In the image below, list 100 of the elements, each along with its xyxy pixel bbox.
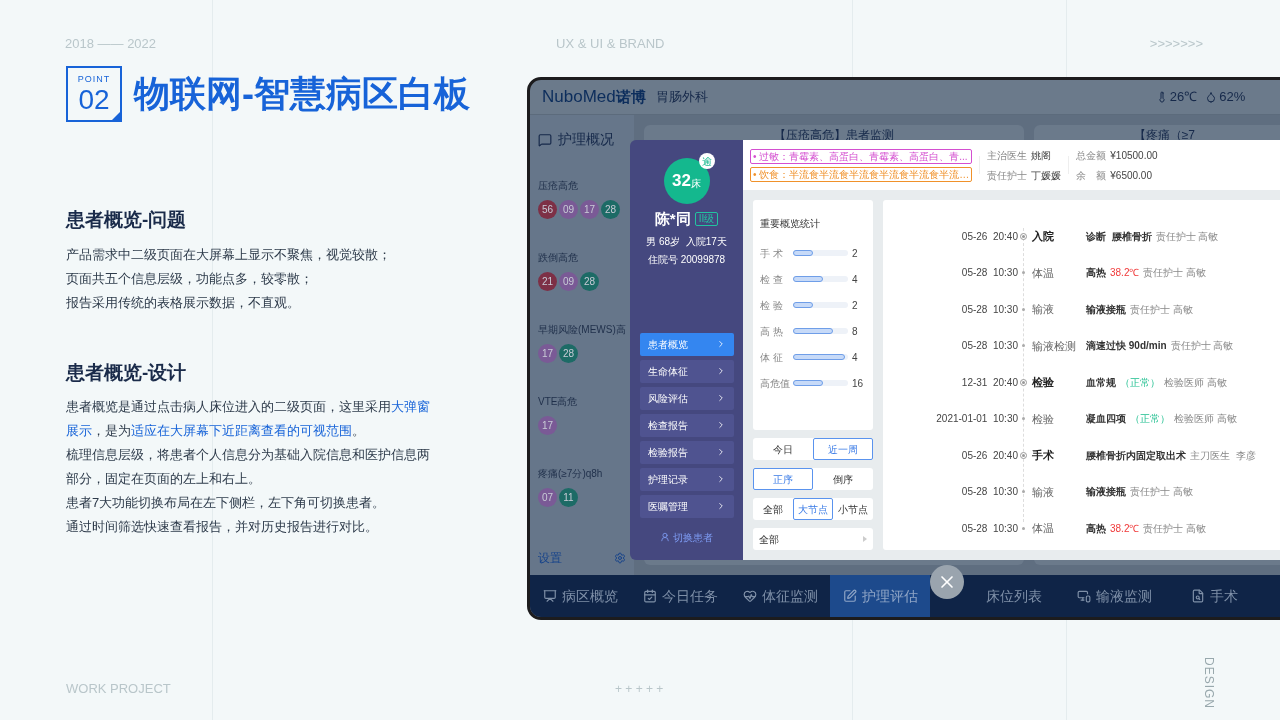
minor-node-icon	[1022, 344, 1025, 348]
event-time: 12-31 20:40	[960, 375, 1018, 390]
close-button[interactable]	[930, 565, 964, 599]
menu-item[interactable]: 患者概览	[639, 332, 734, 356]
paragraph: 通过时间筛选快速查看报告，并对历史报告进行对比。	[66, 518, 379, 536]
patient-info: 男 68岁 入院17天	[646, 234, 727, 249]
stat-label: 高 热	[760, 324, 784, 339]
years-label: 2018 —— 2022	[65, 35, 157, 54]
menu-item[interactable]: 生命体征	[639, 359, 734, 383]
filter-toggle[interactable]: 大节点	[793, 498, 833, 520]
event-time: 05-26 20:40	[960, 448, 1018, 463]
event-detail: 血常规	[1086, 375, 1116, 390]
department-label: 胃肠外科	[655, 88, 708, 107]
brand-label: UX & UI & BRAND	[556, 35, 665, 54]
event-detail: 38.2℃	[1110, 521, 1140, 536]
heart-icon	[742, 589, 757, 603]
stat-label: 检 查	[760, 272, 784, 287]
filter-toggle[interactable]: 倒序	[813, 468, 873, 490]
arrow-label: >>>>>>>	[1149, 35, 1203, 54]
nav-tab[interactable]: 输液监测	[1064, 575, 1164, 617]
humidity-reading: 62%	[1219, 88, 1246, 107]
temperature-reading: 26℃	[1169, 88, 1198, 107]
admission-number: 住院号 20099878	[647, 252, 726, 267]
event-time: 05-26 20:40	[960, 229, 1018, 244]
event-detail: 主刀医生 李彦	[1190, 448, 1256, 463]
stat-value: 4	[852, 272, 858, 287]
switch-patient-link[interactable]: 切换患者	[660, 529, 713, 545]
event-detail: 腰椎骨折内固定取出术	[1086, 448, 1186, 463]
risk-label: VTE高危	[538, 396, 578, 407]
event-type: 手术	[1032, 448, 1055, 463]
event-detail: 高热	[1086, 266, 1106, 281]
info-tag: • 饮食：半流食半流食半流食半流食半流食半流…	[750, 166, 973, 182]
care-level-badge: II级	[694, 212, 719, 227]
minor-node-icon	[1022, 417, 1025, 421]
calendar-icon	[642, 589, 657, 603]
event-type: 体温	[1032, 265, 1055, 281]
event-detail: 输液接瓶	[1086, 302, 1126, 317]
filter-dropdown[interactable]: 全部	[753, 528, 873, 550]
page-title: 物联网-智慧病区白板	[134, 72, 470, 116]
sidebar-title: 护理概况	[558, 130, 614, 149]
stat-label: 高危值	[760, 376, 791, 391]
event-type: 输液	[1032, 484, 1055, 500]
minor-node-icon	[1022, 490, 1025, 494]
paragraph: 患者7大功能切换布局在左下侧栏，左下角可切换患者。	[66, 494, 387, 512]
presentation-icon	[542, 589, 557, 603]
minor-node-icon	[1022, 271, 1025, 275]
event-detail: 责任护士 高敏	[1143, 266, 1207, 281]
field-value: ¥6500.00	[1110, 168, 1152, 183]
stat-value: 8	[852, 324, 858, 339]
menu-item[interactable]: 风险评估	[639, 386, 734, 410]
field-value: 丁媛媛	[1031, 168, 1062, 183]
event-time: 05-28 10:30	[960, 302, 1018, 317]
event-detail: 责任护士 高敏	[1143, 521, 1207, 536]
nav-tab[interactable]: 病区概览	[530, 575, 630, 617]
risk-label: 疼痛(≥7分)q8h	[538, 468, 603, 479]
event-detail: 38.2℃	[1110, 266, 1140, 281]
event-detail: 检验医师 高敏	[1174, 412, 1237, 427]
section-heading: 患者概览-设计	[66, 360, 188, 385]
flag-badge: 逾	[698, 153, 715, 169]
filter-toggle[interactable]: 全部	[753, 498, 793, 520]
paragraph: 产品需求中二级页面在大屏幕上显示不聚焦，视觉较散；	[66, 245, 392, 264]
event-detail: 诊断 腰椎骨折	[1086, 229, 1152, 244]
nav-tab[interactable]: 体征监测	[730, 575, 830, 617]
event-detail: 责任护士 高敏	[1130, 302, 1193, 317]
event-detail: 责任护士 高敏	[1155, 229, 1219, 244]
filter-toggle[interactable]: 正序	[753, 468, 813, 490]
event-detail: 滴速过快 90d/min	[1086, 339, 1167, 354]
risk-label: 跌倒高危	[538, 252, 578, 263]
menu-item[interactable]: 检验报告	[639, 440, 734, 464]
user-icon	[660, 532, 670, 542]
paragraph: 患者概览是通过点击病人床位进入的二级页面，这里采用大弹窗展示，是为适应在大屏幕下近距离查看的可视范围。	[66, 398, 431, 440]
event-detail: （正常）	[1130, 412, 1170, 427]
info-tag: • 过敏：青霉素、高蛋白、青霉素、高蛋白、青...	[750, 148, 973, 164]
nav-tab[interactable]: 床位列表	[964, 575, 1064, 617]
event-time: 05-28 10:30	[960, 521, 1018, 536]
event-detail: 责任护士 高敏	[1170, 339, 1234, 354]
humidity-icon	[1205, 90, 1218, 104]
minor-node-icon	[1022, 526, 1025, 530]
filter-toggle[interactable]: 近一周	[813, 438, 873, 460]
nav-tab[interactable]: 手术	[1164, 575, 1264, 617]
field-label: 总金额	[1076, 148, 1107, 163]
filter-toggle[interactable]: 今日	[753, 438, 813, 460]
major-node-icon	[1020, 232, 1027, 240]
menu-item[interactable]: 检查报告	[639, 413, 734, 437]
footer-label: WORK PROJECT	[66, 679, 172, 698]
event-time: 05-28 10:30	[960, 266, 1018, 281]
document-search-icon	[1190, 589, 1205, 603]
menu-item[interactable]: 护理记录	[639, 467, 734, 491]
event-type: 入院	[1032, 229, 1055, 244]
paragraph: 页面共五个信息层级，功能点多，较零散；	[66, 269, 314, 288]
nav-tab[interactable]: 护理评估	[830, 575, 930, 617]
nav-tab[interactable]: 今日任务	[630, 575, 730, 617]
patient-name: 陈*同	[654, 209, 691, 229]
menu-item[interactable]: 医嘱管理	[639, 494, 734, 518]
event-detail: （正常）	[1120, 375, 1160, 390]
stat-label: 手 术	[760, 246, 784, 261]
stat-label: 检 验	[760, 298, 784, 313]
monitor-icon	[1076, 589, 1091, 603]
minor-node-icon	[1022, 307, 1025, 311]
filter-toggle[interactable]: 小节点	[833, 498, 873, 520]
